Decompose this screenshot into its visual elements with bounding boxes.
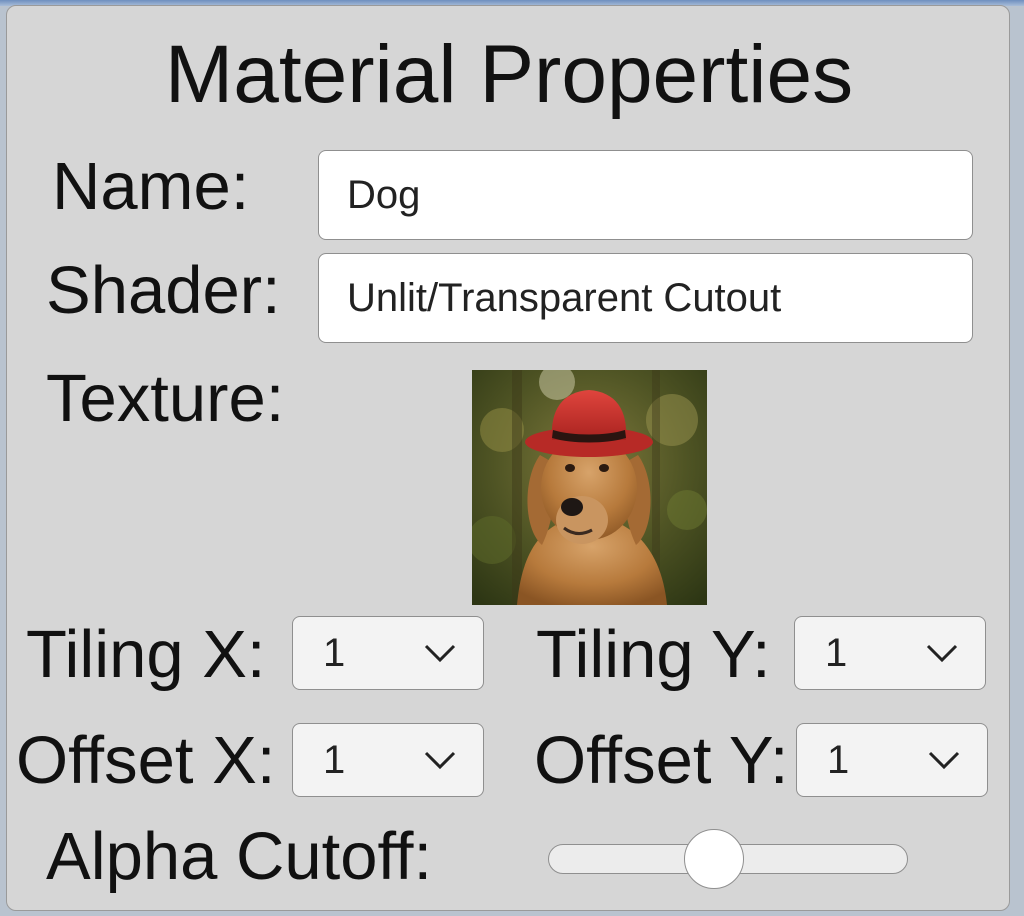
offset-y-dropdown[interactable]: 1: [796, 723, 988, 797]
offset-x-value: 1: [323, 737, 346, 782]
chevron-down-icon: [926, 644, 958, 663]
tiling-y-dropdown[interactable]: 1: [794, 616, 986, 690]
name-input-value: Dog: [347, 172, 421, 217]
dog-with-hat-image: [472, 370, 707, 605]
shader-input-value: Unlit/Transparent Cutout: [347, 275, 782, 320]
tiling-y-label: Tiling Y:: [536, 617, 771, 692]
chevron-down-icon: [928, 751, 960, 770]
alpha-cutoff-label: Alpha Cutoff:: [46, 819, 433, 894]
texture-thumbnail[interactable]: [472, 370, 707, 605]
alpha-cutoff-slider[interactable]: [548, 829, 908, 889]
texture-label: Texture:: [46, 361, 285, 436]
chevron-down-icon: [424, 644, 456, 663]
shader-input[interactable]: Unlit/Transparent Cutout: [318, 253, 973, 343]
offset-x-label: Offset X:: [16, 723, 276, 798]
offset-x-dropdown[interactable]: 1: [292, 723, 484, 797]
name-label: Name:: [52, 149, 250, 224]
tiling-x-label: Tiling X:: [26, 617, 266, 692]
tiling-y-value: 1: [825, 630, 848, 675]
tiling-x-dropdown[interactable]: 1: [292, 616, 484, 690]
chevron-down-icon: [424, 751, 456, 770]
name-input[interactable]: Dog: [318, 150, 973, 240]
slider-thumb[interactable]: [683, 829, 744, 889]
offset-y-label: Offset Y:: [534, 723, 789, 798]
panel-title: Material Properties: [164, 29, 854, 120]
shader-label: Shader:: [46, 253, 281, 328]
offset-y-value: 1: [827, 737, 850, 782]
tiling-x-value: 1: [323, 630, 346, 675]
